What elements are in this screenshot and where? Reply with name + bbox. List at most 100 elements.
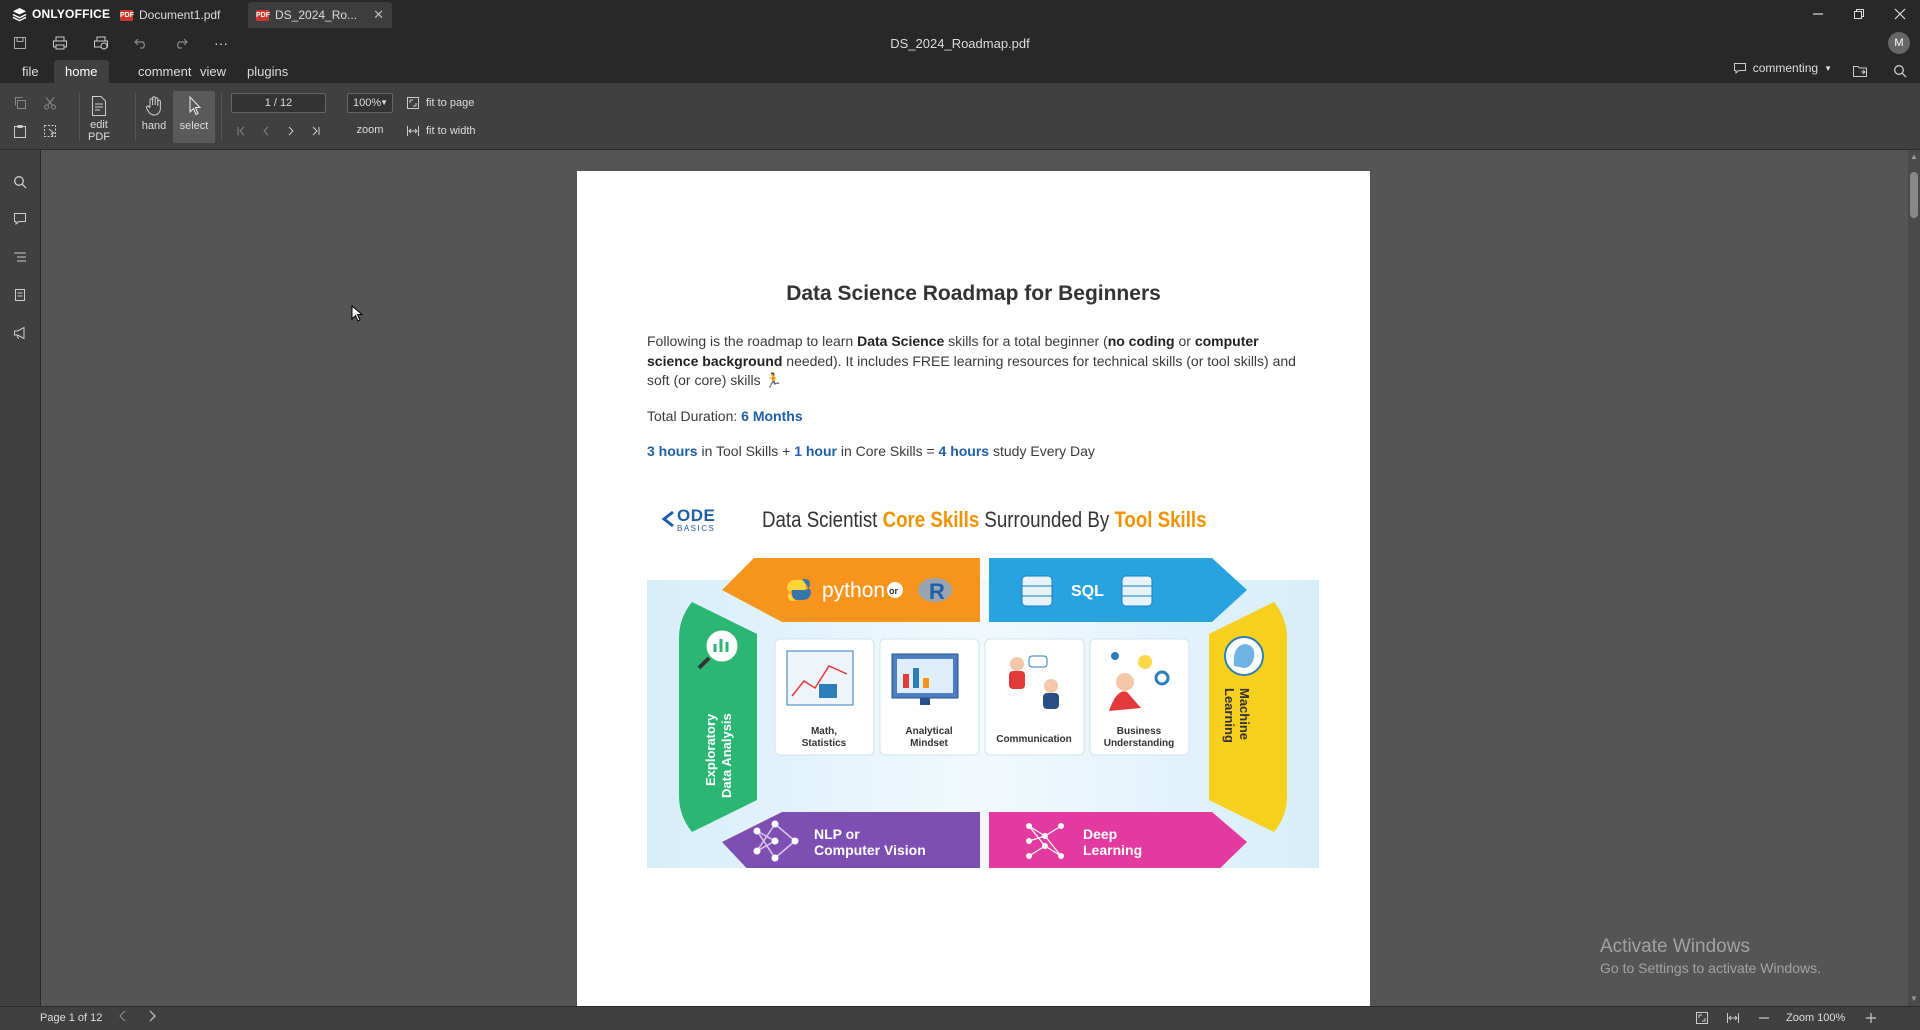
- edit-pdf-button[interactable]: edit PDF: [78, 91, 120, 143]
- search-icon: [14, 176, 27, 189]
- select-label: select: [179, 120, 209, 132]
- header: ··· DS_2024_Roadmap.pdf M file home comm…: [0, 28, 1920, 83]
- minimize-icon: [1813, 13, 1823, 15]
- sidebar-thumbnails-button[interactable]: [9, 284, 31, 306]
- chevron-right-icon: [288, 126, 294, 136]
- database-icon: [1121, 575, 1153, 607]
- fit-to-page-icon: [407, 97, 419, 109]
- close-icon: [1894, 8, 1906, 20]
- select-tool-button[interactable]: select: [173, 91, 215, 143]
- zoom-out-button[interactable]: [1757, 1011, 1771, 1028]
- status-fit-page-button[interactable]: [1695, 1011, 1709, 1028]
- fit-to-page-icon: [1696, 1012, 1708, 1024]
- or-label: or: [889, 586, 898, 596]
- ribbon-separator: [221, 93, 222, 141]
- fit-to-page-button[interactable]: fit to page: [406, 93, 474, 113]
- core-skill-card: Math, Statistics: [774, 638, 875, 756]
- infographic-graphic: python or R SQL Exploratory Data Analysi…: [647, 558, 1319, 868]
- nlp-label-2: Computer Vision: [814, 842, 926, 858]
- tab-ds-roadmap[interactable]: PDF DS_2024_Ro... ✕: [248, 2, 392, 28]
- title-bar: ONLYOFFICE PDF Document1.pdf PDF DS_2024…: [0, 0, 1920, 28]
- headings-icon: [14, 252, 26, 262]
- sidebar-feedback-button[interactable]: [9, 322, 31, 344]
- tab-close-icon[interactable]: ✕: [373, 7, 384, 23]
- edit-pdf-label: edit PDF: [88, 119, 110, 143]
- fit-to-width-icon: [407, 126, 419, 136]
- search-button[interactable]: [1889, 61, 1911, 81]
- last-page-button[interactable]: [306, 121, 326, 141]
- cursor-icon: [189, 95, 202, 116]
- previous-page-button[interactable]: [256, 121, 276, 141]
- status-next-page-button[interactable]: [147, 1010, 157, 1025]
- edit-pdf-icon: [92, 96, 106, 116]
- select-all-button[interactable]: [39, 120, 61, 142]
- fit-to-width-icon: [1727, 1013, 1739, 1023]
- watermark-line-1: Activate Windows: [1600, 936, 1750, 957]
- scroll-down-icon[interactable]: ▼: [1909, 994, 1919, 1004]
- zoom-in-button[interactable]: [1864, 1011, 1878, 1028]
- scroll-up-icon[interactable]: ▲: [1909, 152, 1919, 162]
- tab-file[interactable]: file: [11, 60, 50, 83]
- r-logo-letter: R: [929, 579, 945, 604]
- fit-to-width-label: fit to width: [426, 125, 476, 137]
- sidebar-comments-button[interactable]: [9, 208, 31, 230]
- document-title: DS_2024_Roadmap.pdf: [890, 36, 1030, 51]
- database-icon: [1021, 575, 1053, 607]
- pdf-icon: PDF: [256, 9, 270, 21]
- dl-label-1: Deep: [1083, 826, 1117, 842]
- core-skill-card: Communication: [984, 638, 1085, 756]
- watermark-line-2: Go to Settings to activate Windows.: [1600, 960, 1821, 976]
- first-page-button[interactable]: [231, 121, 251, 141]
- ml-label-2: Learning: [1222, 688, 1237, 743]
- tab-plugins[interactable]: plugins: [236, 60, 299, 83]
- status-zoom-label: Zoom 100%: [1786, 1012, 1846, 1024]
- restore-button[interactable]: [1841, 2, 1877, 26]
- last-page-icon: [312, 126, 320, 136]
- fit-to-page-label: fit to page: [426, 97, 475, 109]
- tab-view[interactable]: view: [189, 60, 237, 83]
- tab-document1[interactable]: PDF Document1.pdf: [112, 2, 228, 28]
- card-label-2: Communication: [996, 734, 1072, 745]
- copy-button[interactable]: [9, 92, 31, 114]
- open-location-button[interactable]: [1849, 61, 1871, 81]
- copy-icon: [15, 97, 26, 109]
- card-label-2: Statistics: [802, 738, 847, 749]
- dl-label-2: Learning: [1083, 842, 1142, 858]
- fit-to-width-button[interactable]: fit to width: [406, 121, 476, 141]
- select-all-icon: [44, 125, 56, 137]
- vertical-scrollbar[interactable]: ▲ ▼: [1908, 150, 1920, 1006]
- chevron-left-icon: [263, 126, 269, 136]
- tab-label: DS_2024_Ro...: [275, 8, 358, 22]
- next-page-button[interactable]: [281, 121, 301, 141]
- close-window-button[interactable]: [1882, 2, 1918, 26]
- chevron-down-icon: ▼: [1824, 63, 1832, 73]
- megaphone-icon: [14, 326, 25, 340]
- status-bar: Page 1 of 12 Zoom 100%: [0, 1006, 1920, 1030]
- minimize-button[interactable]: [1800, 2, 1836, 26]
- cut-button[interactable]: [39, 92, 61, 114]
- hand-tool-button[interactable]: hand: [133, 91, 175, 143]
- windows-activation-watermark: Activate Windows Go to Settings to activ…: [1600, 936, 1821, 976]
- tab-label: Document1.pdf: [139, 8, 221, 22]
- intro-paragraph: Following is the roadmap to learn Data S…: [647, 333, 1296, 388]
- paste-button[interactable]: [9, 120, 31, 142]
- scrollbar-thumb[interactable]: [1910, 172, 1918, 218]
- chevron-down-icon: ▼: [380, 98, 388, 107]
- page-number-input[interactable]: 1 / 12: [231, 93, 326, 113]
- zoom-label: zoom: [356, 124, 384, 136]
- avatar[interactable]: M: [1888, 32, 1910, 54]
- zoom-select[interactable]: 100% ▼: [347, 93, 393, 113]
- card-label-1: Business: [1117, 726, 1162, 737]
- eda-label-1: Exploratory: [703, 713, 718, 786]
- status-prev-page-button[interactable]: [118, 1010, 128, 1025]
- card-label-2: Understanding: [1104, 738, 1175, 749]
- chevron-left-icon: [119, 1010, 126, 1022]
- sidebar-search-button[interactable]: [9, 171, 31, 193]
- pdf-icon: PDF: [120, 9, 134, 21]
- core-skill-card: Analytical Mindset: [879, 638, 980, 756]
- sidebar-headings-button[interactable]: [9, 246, 31, 268]
- status-fit-width-button[interactable]: [1726, 1011, 1740, 1028]
- page-indicator: Page 1 of 12: [40, 1012, 103, 1024]
- mode-selector[interactable]: commenting ▼: [1733, 61, 1832, 75]
- tab-home[interactable]: home: [54, 60, 109, 83]
